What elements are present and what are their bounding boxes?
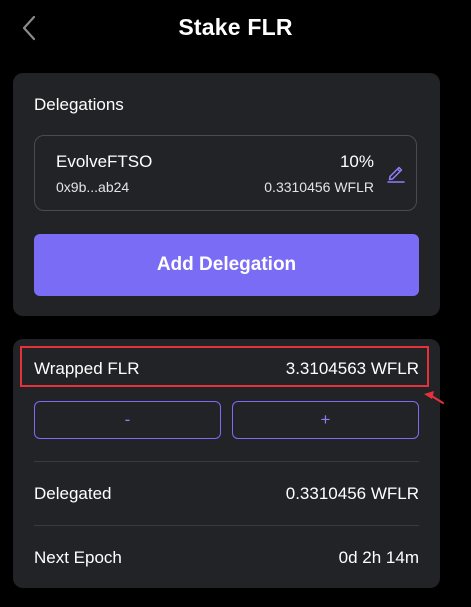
highlight-box [20,346,429,387]
page-title: Stake FLR [178,14,293,40]
delegated-label: Delegated [34,484,112,503]
provider-name: EvolveFTSO [56,152,153,171]
divider [34,525,419,526]
edit-delegation-button[interactable] [387,163,405,183]
delegated-value: 0.3310456 WFLR [285,484,419,503]
wrap-plus-button[interactable]: + [232,401,419,439]
delegation-item: EvolveFTSO 0x9b...ab24 10% 0.3310456 WFL… [34,135,417,211]
provider-address: 0x9b...ab24 [56,179,130,195]
delegations-title: Delegations [34,95,124,114]
header: Stake FLR [0,0,471,56]
next-epoch-value: 0d 2h 14m [338,548,419,567]
add-delegation-button[interactable]: Add Delegation [34,234,419,296]
pencil-icon [387,166,405,183]
next-epoch-label: Next Epoch [34,548,122,567]
annotation-arrow-icon [424,391,444,404]
unwrap-minus-button[interactable]: - [34,401,221,439]
divider [34,461,419,462]
delegation-percent: 10% [339,152,374,171]
delegation-amount: 0.3310456 WFLR [264,179,374,195]
delegations-card: Delegations EvolveFTSO 0x9b...ab24 10% 0… [13,73,440,316]
